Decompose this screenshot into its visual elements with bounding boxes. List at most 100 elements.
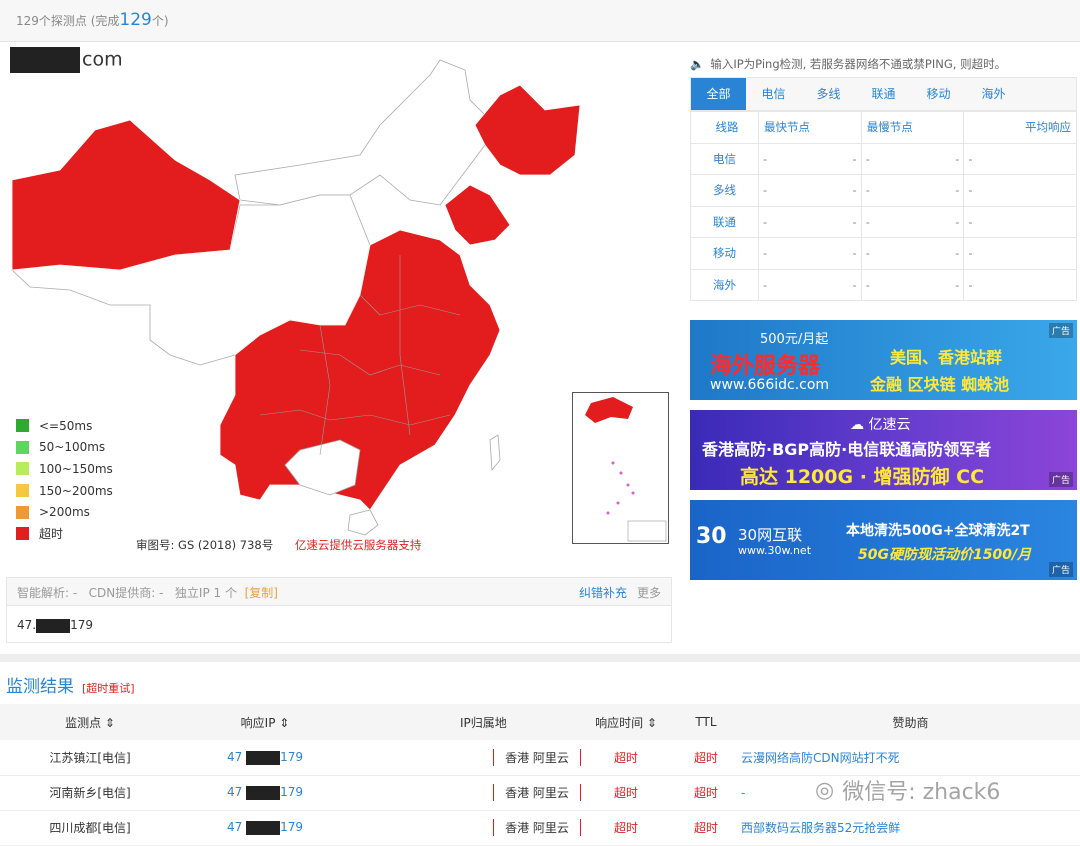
copy-button[interactable]: [复制] — [245, 586, 278, 600]
tab-unicom[interactable]: 联通 — [856, 78, 911, 110]
legend-item: <=50ms — [16, 415, 113, 437]
average-cell: - — [963, 268, 1077, 301]
location-value: 香港 阿里云 — [493, 819, 581, 836]
map-sponsor-link[interactable]: 亿速云提供云服务器支持 — [295, 538, 422, 552]
notice-text: 输入IP为Ping检测, 若服务器网络不通或禁PING, 则超时。 — [710, 57, 1007, 71]
ttl-cell: 超时 — [671, 775, 741, 811]
sponsor-link[interactable]: 云漫网络高防CDN网站打不死 — [741, 740, 1080, 776]
ip-suffix: 179 — [280, 785, 303, 800]
fastest-cell: -- — [758, 142, 862, 175]
legend-label: 150~200ms — [39, 483, 113, 498]
tab-overseas[interactable]: 海外 — [966, 78, 1021, 110]
legend-swatch — [16, 484, 29, 498]
cell-value: - — [955, 246, 960, 261]
ad-banner-666idc[interactable]: 500元/月起 海外服务器 www.666idc.com 美国、香港站群 金融 … — [690, 320, 1077, 400]
latency-legend: <=50ms 50~100ms 100~150ms 150~200ms >200… — [16, 415, 113, 545]
cell-value: - — [955, 151, 960, 166]
wechat-watermark: ◎ 微信号: zhack6 — [815, 774, 1000, 806]
more-link[interactable]: 更多 — [637, 586, 661, 600]
legend-item: 超时 — [16, 523, 113, 545]
col-node-sortable[interactable]: 监测点 ⇕ — [0, 704, 180, 740]
cell-value: - — [968, 183, 973, 198]
legend-swatch — [16, 419, 29, 433]
col-ttl: TTL — [671, 704, 741, 740]
tab-telecom[interactable]: 电信 — [746, 78, 801, 110]
cell-value: - — [955, 214, 960, 229]
tab-multiline[interactable]: 多线 — [801, 78, 856, 110]
cell-value: - — [763, 246, 768, 261]
ad-url: www.666idc.com — [710, 377, 830, 393]
region-taiwan — [489, 434, 501, 472]
cell-value: - — [763, 183, 768, 198]
cell-value: - — [968, 151, 973, 166]
speaker-icon: 🔈 — [690, 57, 705, 71]
node-cell: 河南新乡[电信] — [0, 775, 180, 811]
cell-value: - — [763, 277, 768, 292]
ad-banner-yisu[interactable]: ☁ 亿速云 香港高防·BGP高防·电信联通高防领军者 高达 1200G · 增强… — [690, 410, 1077, 490]
ip-suffix: 179 — [280, 750, 303, 764]
isp-tabs: 全部 电信 多线 联通 移动 海外 — [690, 77, 1077, 111]
dns-info-header: 智能解析: - CDN提供商: - 独立IP 1 个 [复制] 纠错补充 更多 — [7, 578, 671, 606]
cell-value: - — [968, 246, 973, 261]
time-cell: 超时 — [581, 740, 671, 776]
table-row: 电信 - - - - - — [690, 142, 1077, 175]
ad-logo: 30 — [696, 524, 727, 549]
line-label: 海外 — [690, 268, 759, 301]
cell-value: - — [968, 214, 973, 229]
ad-brand-text: 亿速云 — [868, 417, 911, 433]
map-approval-number: 审图号: GS (2018) 738号 — [136, 538, 274, 552]
col-ip-sortable[interactable]: 响应IP ⇕ — [180, 704, 350, 740]
map-footer: 审图号: GS (2018) 738号 亿速云提供云服务器支持 — [136, 537, 421, 553]
table-header-row: 线路 最快节点 最慢节点 平均响应 — [690, 111, 1077, 144]
cell-value: - — [763, 151, 768, 166]
cell-value: - — [865, 214, 870, 229]
ad-headline: 香港高防·BGP高防·电信联通高防领军者 — [702, 440, 992, 459]
cell-value: - — [852, 277, 857, 292]
dns-info-box: 智能解析: - CDN提供商: - 独立IP 1 个 [复制] 纠错补充 更多 4… — [6, 577, 672, 643]
probe-done-prefix: (完成 — [90, 14, 120, 28]
region-liaoning — [444, 184, 511, 246]
ip-cell[interactable]: 47 179 — [180, 775, 350, 811]
redacted-block — [246, 820, 281, 835]
location-cell: 香港 阿里云 — [350, 775, 581, 811]
ad-feature-2: 金融 区块链 蜘蛛池 — [870, 375, 1010, 394]
col-fastest: 最快节点 — [758, 111, 862, 144]
legend-swatch — [16, 440, 29, 454]
legend-swatch — [16, 527, 29, 541]
slowest-cell: -- — [860, 205, 965, 238]
node-cell: 江苏镇江[电信] — [0, 740, 180, 776]
location-value: 香港 阿里云 — [493, 748, 581, 766]
ad-tag: 广告 — [1048, 323, 1073, 338]
ad-banner-30w[interactable]: 30 30网互联 www.30w.net 本地清洗500G+全球清洗2T 50G… — [690, 500, 1077, 580]
cell-value: - — [865, 151, 870, 166]
redacted-block — [246, 785, 281, 800]
tab-mobile[interactable]: 移动 — [911, 78, 966, 110]
col-slowest: 最慢节点 — [860, 111, 965, 144]
slowest-cell: -- — [860, 237, 965, 270]
ad-url: www.30w.net — [738, 544, 812, 557]
tab-all[interactable]: 全部 — [691, 78, 746, 110]
retry-timeout-button[interactable]: [超时重试] — [82, 682, 135, 695]
ip-cell[interactable]: 47 179 — [180, 740, 350, 776]
cell-value: - — [865, 246, 870, 261]
table-row: 海外 - - - - - — [690, 268, 1077, 301]
col-line: 线路 — [690, 111, 759, 144]
fastest-cell: -- — [758, 237, 862, 270]
cell-value: - — [852, 246, 857, 261]
ip-prefix: 47 — [226, 785, 243, 800]
fix-link[interactable]: 纠错补充 — [579, 586, 627, 600]
slowest-cell: -- — [860, 268, 965, 301]
cell-value: - — [852, 183, 857, 198]
legend-label: 100~150ms — [39, 461, 113, 476]
ip-prefix: 47 — [226, 820, 243, 835]
line-label: 电信 — [690, 142, 759, 175]
col-time-sortable[interactable]: 响应时间 ⇕ — [581, 704, 671, 740]
ad-headline: 海外服务器 — [710, 354, 821, 379]
average-cell: - — [963, 237, 1077, 270]
location-cell: 香港 阿里云 — [350, 740, 581, 776]
ip-prefix: 47. — [17, 618, 37, 632]
average-cell: - — [963, 142, 1077, 175]
fastest-cell: -- — [758, 174, 862, 207]
legend-item: 150~200ms — [16, 480, 113, 502]
time-cell: 超时 — [581, 775, 671, 811]
